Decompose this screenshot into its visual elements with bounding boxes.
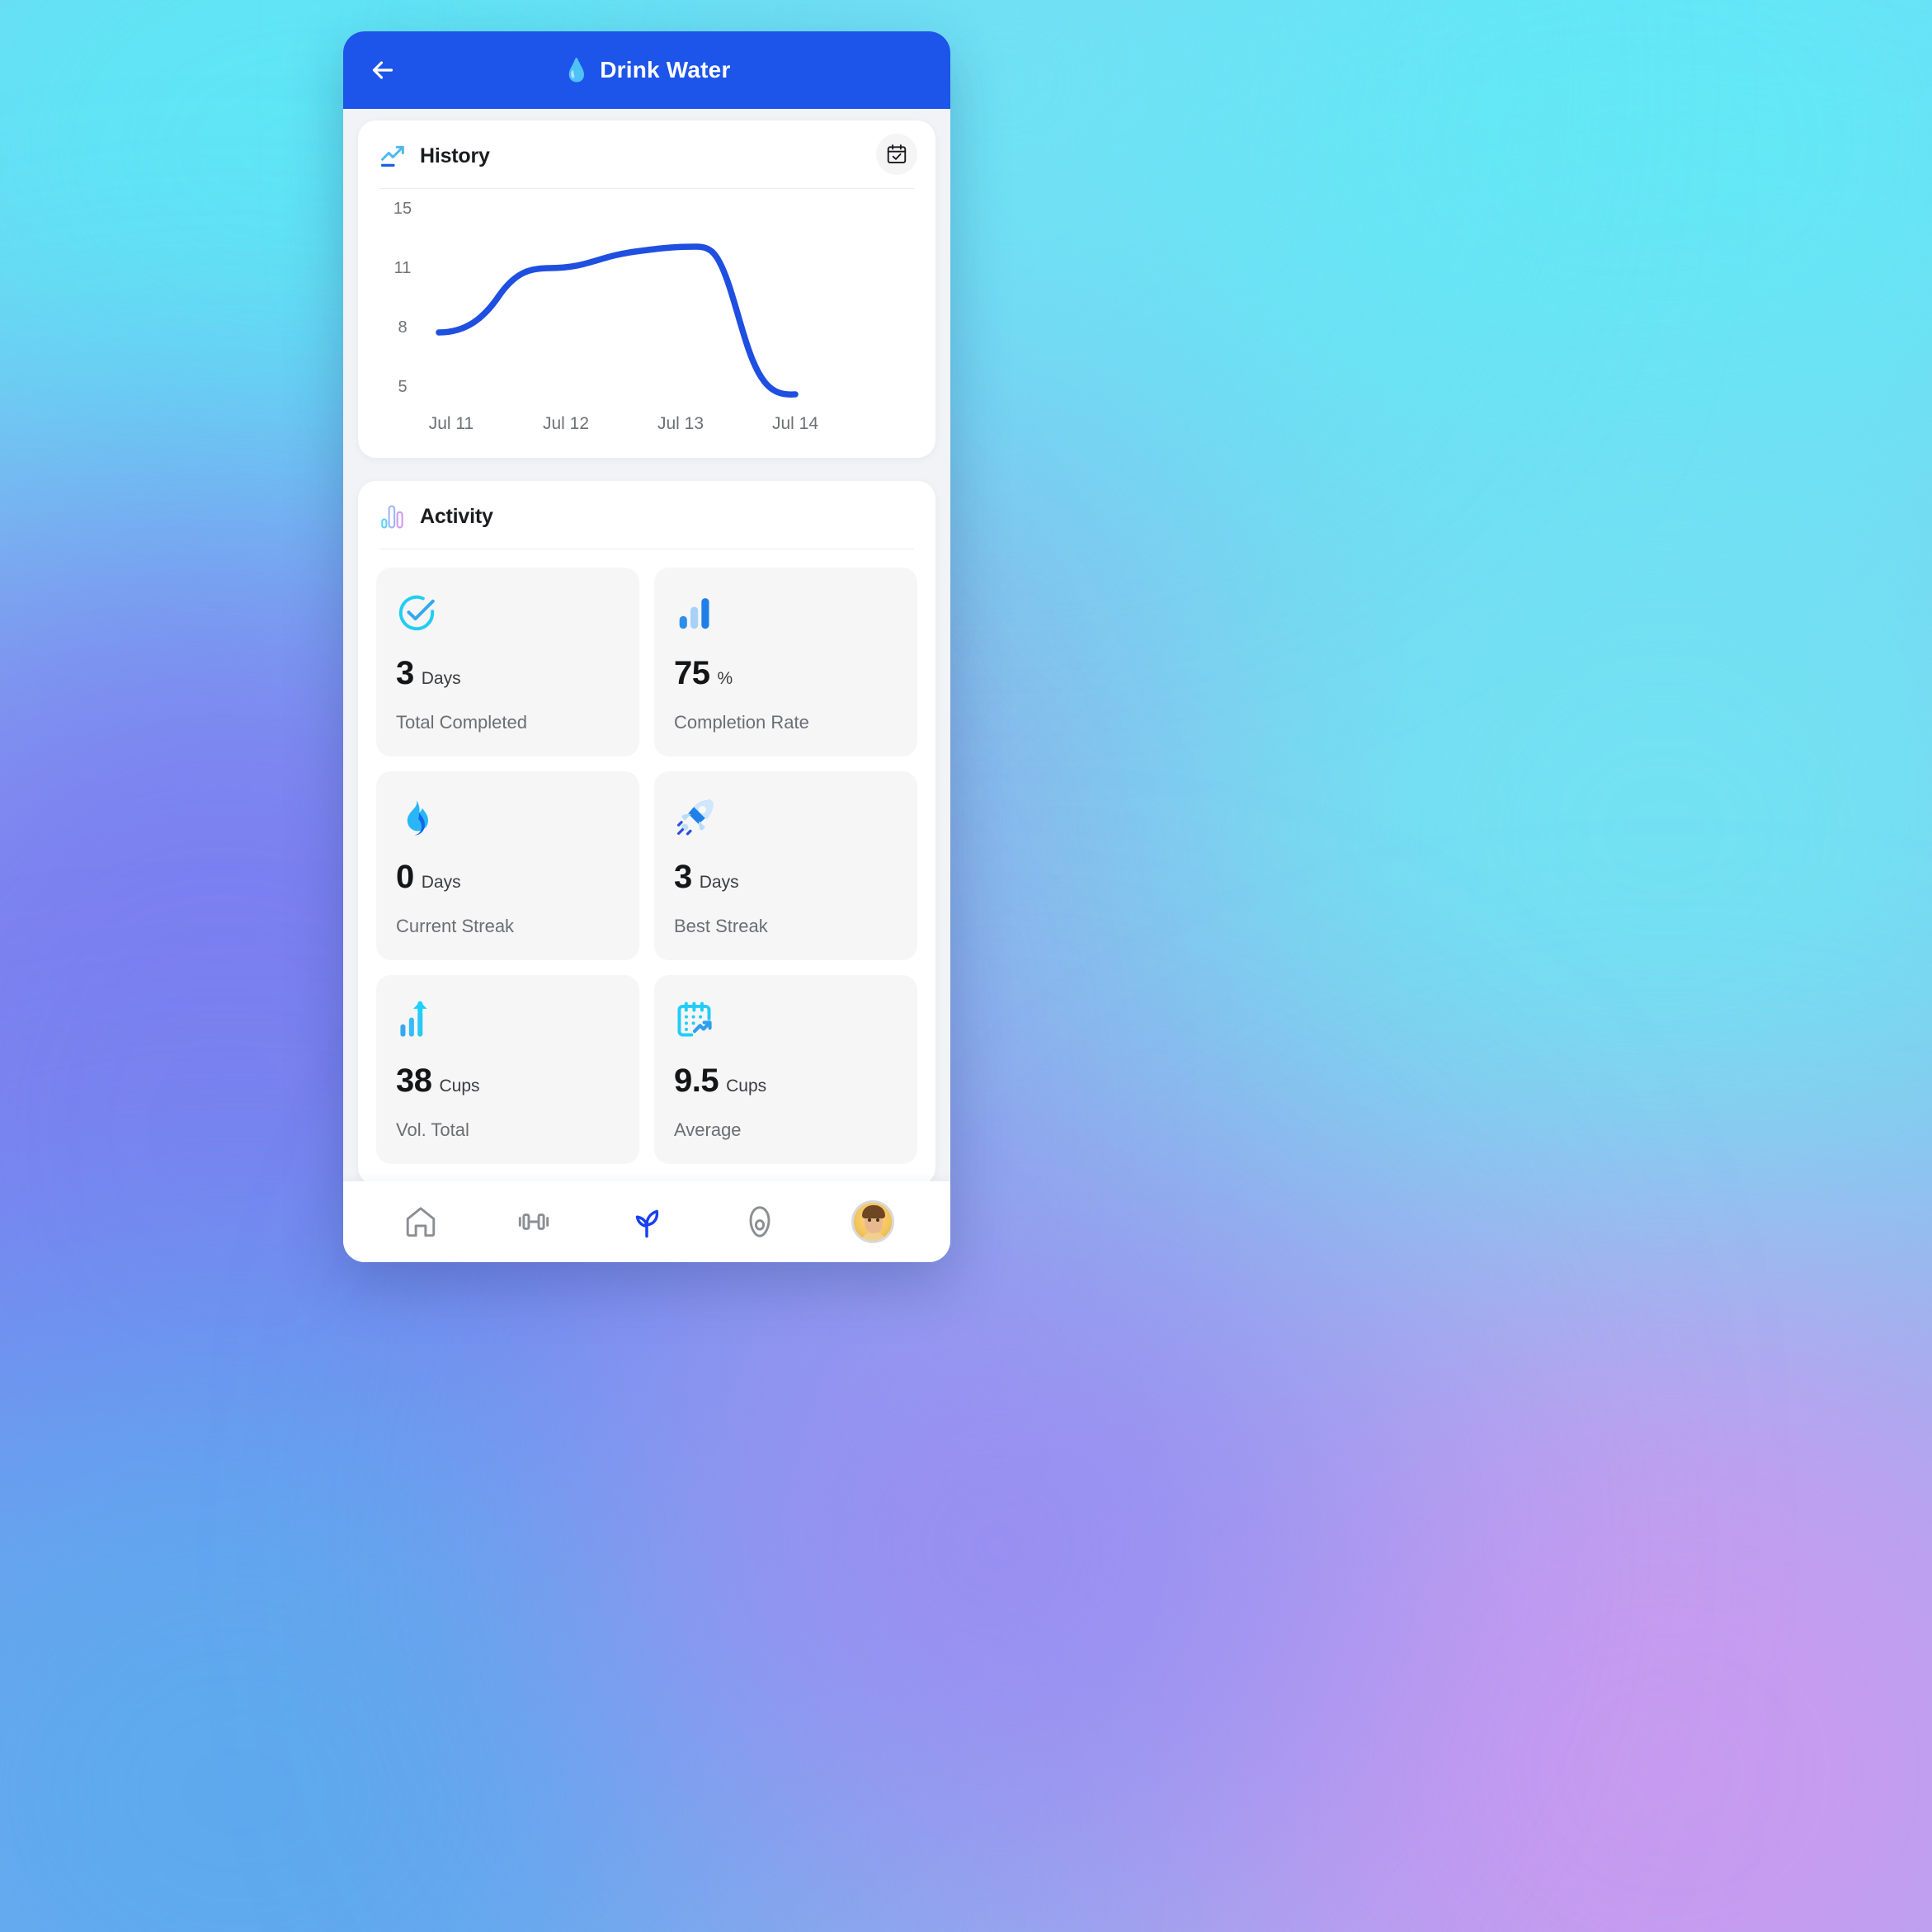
rocket-icon: [677, 799, 714, 836]
stat-value-row: 0 Days: [396, 859, 620, 896]
stat-label: Vol. Total: [396, 1119, 469, 1140]
stat-label: Best Streak: [674, 916, 768, 936]
avatar: [851, 1200, 894, 1243]
stat-value-row: 75 %: [674, 655, 898, 692]
water-drop-icon: 💧: [563, 57, 591, 82]
stat-value: 3: [396, 655, 414, 691]
nav-item-food[interactable]: [731, 1193, 789, 1251]
stat-value-row: 38 Cups: [396, 1063, 620, 1100]
stat-label: Average: [674, 1119, 742, 1140]
stat-icon-wrap: [396, 997, 620, 1044]
nav-item-profile[interactable]: [844, 1193, 902, 1251]
stat-unit: Cups: [726, 1077, 767, 1096]
nav-item-nutrition[interactable]: [618, 1193, 676, 1251]
stat-card-total-completed[interactable]: 3 Days Total Completed: [376, 568, 639, 756]
dumbbell-icon: [519, 1213, 549, 1230]
history-chart: 15 11 8 5 Jul 11 Jul 12 Jul 13 Jul 14: [358, 189, 935, 458]
arrow-left-icon: [372, 61, 393, 79]
xtick-3: Jul 14: [772, 414, 818, 433]
chart-line-series-cups: [436, 243, 799, 398]
check-circle-icon: [398, 595, 435, 631]
activity-card: Activity 3 Days Total Completed 75 % Com…: [358, 481, 935, 1181]
stat-value: 38: [396, 1063, 432, 1099]
nav-item-workout[interactable]: [505, 1193, 563, 1251]
stat-unit: Days: [421, 669, 461, 688]
stat-card-best-streak[interactable]: 3 Days Best Streak: [654, 771, 917, 960]
stat-card-average[interactable]: 9.5 Cups Average: [654, 975, 917, 1164]
content-scroll-area[interactable]: History 15 11 8 5 Jul 11 Jul 12 Jul 13 J…: [343, 109, 950, 1181]
bar-chart-icon: [679, 598, 709, 629]
calendar-button[interactable]: [876, 134, 917, 175]
stat-value: 3: [674, 859, 692, 895]
stat-value: 0: [396, 859, 414, 895]
activity-stats-grid: 3 Days Total Completed 75 % Completion R…: [358, 549, 935, 1181]
stat-value: 75: [674, 655, 710, 691]
trending-up-icon: [380, 145, 404, 167]
activity-card-header: Activity: [358, 481, 935, 530]
xtick-2: Jul 13: [657, 414, 704, 433]
back-button[interactable]: [361, 49, 404, 92]
stat-value-row: 3 Days: [396, 655, 620, 692]
avocado-icon: [749, 1206, 770, 1237]
activity-title: Activity: [420, 504, 493, 528]
stat-value-row: 3 Days: [674, 859, 898, 896]
calendar-trend-icon: [677, 1001, 712, 1037]
page-title: 💧 Drink Water: [343, 57, 950, 83]
history-card-header: History: [358, 120, 935, 175]
stat-card-current-streak[interactable]: 0 Days Current Streak: [376, 771, 639, 960]
ytick-3: 5: [398, 378, 407, 396]
ytick-0: 15: [393, 200, 412, 218]
page-title-text: Drink Water: [600, 57, 731, 82]
chart-up-arrow-icon: [400, 1001, 427, 1037]
ytick-2: 8: [398, 318, 407, 337]
background-gradient: [0, 0, 1932, 1932]
stat-unit: Cups: [439, 1077, 480, 1096]
line-chart-svg: 15 11 8 5 Jul 11 Jul 12 Jul 13 Jul 14: [393, 200, 818, 433]
stat-value-row: 9.5 Cups: [674, 1063, 898, 1100]
stat-icon-wrap: [674, 589, 898, 637]
xtick-0: Jul 11: [429, 414, 474, 433]
bottom-navigation: [343, 1181, 950, 1262]
history-card: History 15 11 8 5 Jul 11 Jul 12 Jul 13 J…: [358, 120, 935, 458]
plant-icon: [635, 1209, 659, 1238]
bar-chart-icon: [381, 505, 403, 529]
stat-unit: Days: [699, 873, 739, 892]
calendar-check-icon: [887, 144, 907, 163]
history-title: History: [420, 144, 490, 167]
stat-card-completion-rate[interactable]: 75 % Completion Rate: [654, 568, 917, 756]
stat-unit: Days: [421, 873, 461, 892]
nav-item-home[interactable]: [392, 1193, 450, 1251]
stat-icon-wrap: [674, 997, 898, 1044]
stat-label: Current Streak: [396, 916, 515, 936]
phone-screen: 💧 Drink Water History 15 11 8 5 Jul 11 J…: [343, 31, 950, 1262]
app-bar: 💧 Drink Water: [343, 31, 950, 109]
home-icon: [407, 1207, 436, 1237]
stat-icon-wrap: [674, 793, 898, 841]
fire-icon: [407, 800, 428, 836]
stat-label: Completion Rate: [674, 712, 809, 733]
stat-icon-wrap: [396, 793, 620, 841]
stat-label: Total Completed: [396, 712, 527, 733]
ytick-1: 11: [394, 259, 412, 277]
stat-icon-wrap: [396, 589, 620, 637]
xtick-1: Jul 12: [543, 414, 589, 433]
stat-unit: %: [717, 669, 733, 688]
stat-card-vol-total[interactable]: 38 Cups Vol. Total: [376, 975, 639, 1164]
stat-value: 9.5: [674, 1063, 719, 1099]
